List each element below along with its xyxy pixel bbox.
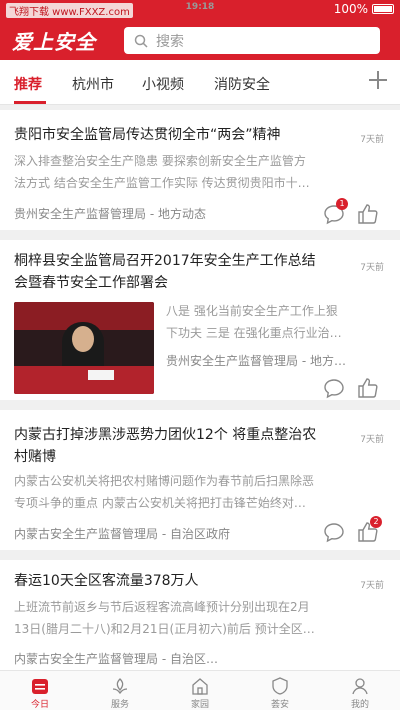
- tab-fire-safety[interactable]: 消防安全: [214, 74, 270, 94]
- news-summary-line1: 深入排查整治安全生产隐患 要探索创新安全生产监管方: [14, 154, 306, 168]
- calendar-icon: [32, 679, 48, 694]
- nav-service[interactable]: 服务: [80, 671, 160, 710]
- news-source: 贵州安全生产监督管理局 - 地方…: [166, 354, 346, 368]
- battery-percent: 100%: [333, 2, 368, 16]
- comment-icon[interactable]: [322, 376, 346, 400]
- news-summary-line1: 内蒙古公安机关将把农村赌博问题作为春节前后扫黑除恶: [14, 474, 315, 488]
- news-summary-line1: 上班流节前返乡与节后返程客流高峰预计分别出现在2月: [14, 600, 310, 614]
- news-summary-line2: 法方式 结合安全生产监管工作实际 传达贯彻贵阳市十…: [14, 176, 310, 190]
- news-card[interactable]: 春运10天全区客流量378万人 7天前 上班流节前返乡与节后返程客流高峰预计分别…: [0, 560, 400, 670]
- news-time: 7天前: [360, 581, 384, 591]
- news-source: 内蒙古安全生产监督管理局 - 自治区政府: [14, 527, 230, 541]
- news-title: 贵阳市安全监管局传达贯彻全市“两会”精神: [14, 127, 281, 143]
- news-summary-line2: 下功夫 三是 在强化重点行业治…: [166, 326, 342, 340]
- home-icon: [192, 678, 208, 695]
- news-title-line1: 桐梓县安全监管局召开2017年安全生产工作总结: [14, 253, 316, 269]
- active-tab-indicator: [14, 101, 46, 104]
- nav-label: 服务: [110, 700, 129, 710]
- news-source: 内蒙古安全生产监督管理局 - 自治区…: [14, 652, 218, 666]
- news-time: 7天前: [360, 435, 384, 445]
- news-title-line1: 内蒙古打掉涉黑涉恶势力团伙12个 将重点整治农: [14, 427, 317, 443]
- user-icon: [352, 678, 368, 695]
- shield-icon: [272, 677, 288, 695]
- leaf-icon: [112, 678, 128, 695]
- battery-icon: [372, 4, 394, 14]
- news-summary-line1: 八是 强化当前安全生产工作上狠: [166, 304, 338, 318]
- like-badge: 2: [370, 516, 382, 528]
- status-bar: 飞翔下载 www.FXXZ.com 19:18 100%: [0, 0, 400, 20]
- news-time: 7天前: [360, 135, 384, 145]
- news-time: 7天前: [360, 263, 384, 273]
- search-placeholder: 搜索: [156, 33, 184, 50]
- nav-label: 我的: [350, 700, 369, 710]
- news-source: 贵州安全生产监督管理局 - 地方动态: [14, 207, 206, 221]
- news-card[interactable]: 内蒙古打掉涉黑涉恶势力团伙12个 将重点整治农 村赌博 7天前 内蒙古公安机关将…: [0, 410, 400, 550]
- like-icon[interactable]: [356, 202, 380, 226]
- bottom-nav: 今日 服务 家园 荟安 我的: [0, 670, 400, 710]
- news-actions: 2: [316, 516, 386, 544]
- news-thumbnail: [14, 302, 154, 394]
- nav-label: 今日: [30, 700, 49, 710]
- nav-label: 荟安: [270, 700, 289, 710]
- add-tab-icon[interactable]: [366, 68, 390, 92]
- nav-today[interactable]: 今日: [0, 671, 80, 710]
- news-title: 春运10天全区客流量378万人: [14, 573, 199, 589]
- news-actions: [316, 376, 386, 400]
- like-icon[interactable]: [356, 376, 380, 400]
- status-icons: 100%: [334, 2, 394, 16]
- nav-huian[interactable]: 荟安: [240, 671, 320, 710]
- news-title-line2: 村赌博: [14, 449, 56, 465]
- nav-label: 家园: [190, 700, 209, 710]
- search-box[interactable]: 搜索: [124, 27, 380, 54]
- news-card[interactable]: 桐梓县安全监管局召开2017年安全生产工作总结 会暨春节安全工作部署会 7天前 …: [0, 240, 400, 400]
- news-title-line2: 会暨春节安全工作部署会: [14, 275, 168, 291]
- comment-icon[interactable]: [322, 520, 346, 544]
- news-card[interactable]: 贵阳市安全监管局传达贯彻全市“两会”精神 7天前 深入排查整治安全生产隐患 要探…: [0, 110, 400, 230]
- nav-mine[interactable]: 我的: [320, 671, 400, 710]
- comment-badge: 1: [336, 198, 348, 210]
- nav-home[interactable]: 家园: [160, 671, 240, 710]
- news-summary-line2: 专项斗争的重点 内蒙古公安机关将把打击锋芒始终对…: [14, 496, 306, 510]
- search-icon: [134, 34, 148, 48]
- news-summary-line2: 13日(腊月二十八)和2月21日(正月初六)前后 预计全区…: [14, 622, 315, 636]
- tab-short-video[interactable]: 小视频: [142, 74, 184, 94]
- app-header: 爱上安全 搜索: [0, 20, 400, 60]
- category-tabs: 推荐 杭州市 小视频 消防安全: [0, 60, 400, 105]
- news-actions: 1: [316, 198, 386, 226]
- tab-hangzhou[interactable]: 杭州市: [72, 74, 114, 94]
- tab-recommend[interactable]: 推荐: [14, 74, 42, 94]
- app-logo: 爱上安全: [12, 30, 96, 54]
